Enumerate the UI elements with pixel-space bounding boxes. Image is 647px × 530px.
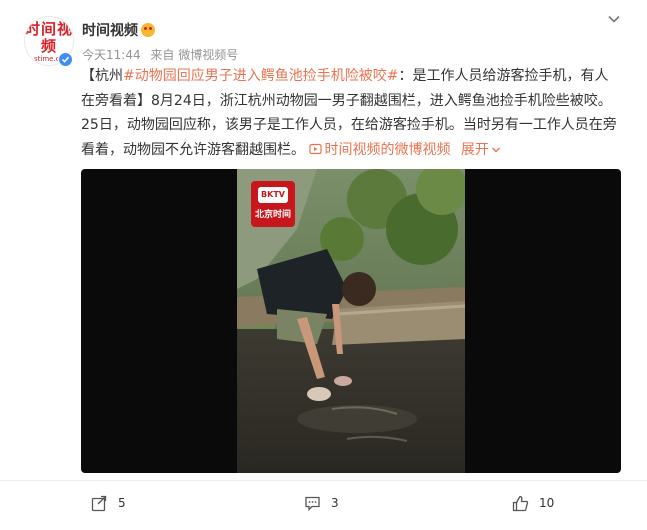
verified-badge-icon bbox=[58, 52, 73, 67]
expand-chevron-icon bbox=[491, 147, 500, 152]
headline-bracket: 【杭州 bbox=[81, 68, 123, 84]
fan-badge-icon bbox=[141, 23, 155, 37]
like-icon bbox=[512, 495, 529, 511]
author-name[interactable]: 时间视频 bbox=[82, 20, 138, 40]
comment-button[interactable]: 3 bbox=[304, 488, 339, 518]
comment-count: 3 bbox=[331, 496, 339, 510]
repost-icon bbox=[91, 495, 107, 511]
divider bbox=[0, 480, 647, 481]
video-link-icon bbox=[309, 143, 323, 154]
comment-icon bbox=[305, 496, 320, 511]
hashtag-link[interactable]: #动物园回应男子进入鳄鱼池捡手机险被咬# bbox=[123, 68, 398, 84]
expand-button[interactable]: 展开 bbox=[461, 142, 501, 158]
weibo-post-card: 时间视频 stime.cn 时间视频 今天11:44 来自 微博视频号 【杭州#… bbox=[0, 0, 647, 530]
video-source-label: 时间视频的微博视频 bbox=[324, 141, 451, 158]
video-player[interactable]: BKTV 北京时间 bbox=[81, 169, 621, 473]
bjtime-logo: BKTV 北京时间 bbox=[251, 181, 295, 227]
post-time[interactable]: 今天11:44 bbox=[82, 48, 141, 62]
avatar-logo-text: 时间视频 bbox=[25, 20, 74, 55]
like-count: 10 bbox=[539, 496, 555, 510]
post-text: 【杭州#动物园回应男子进入鳄鱼池捡手机险被咬#：是工作人员给游客捡手机，有人在旁… bbox=[81, 64, 621, 162]
post-meta: 今天11:44 来自 微博视频号 bbox=[82, 46, 244, 63]
chevron-down-icon[interactable] bbox=[606, 11, 622, 27]
logo-top-text: BKTV bbox=[258, 187, 288, 203]
expand-label: 展开 bbox=[460, 141, 489, 158]
post-source: 来自 微博视频号 bbox=[150, 48, 239, 62]
repost-button[interactable]: 5 bbox=[91, 488, 126, 518]
like-button[interactable]: 10 bbox=[512, 488, 554, 518]
video-frame[interactable]: BKTV 北京时间 bbox=[237, 169, 465, 473]
repost-count: 5 bbox=[118, 496, 126, 510]
video-source-link[interactable]: 时间视频的微博视频 bbox=[309, 142, 450, 158]
logo-bottom-text: 北京时间 bbox=[254, 210, 291, 220]
